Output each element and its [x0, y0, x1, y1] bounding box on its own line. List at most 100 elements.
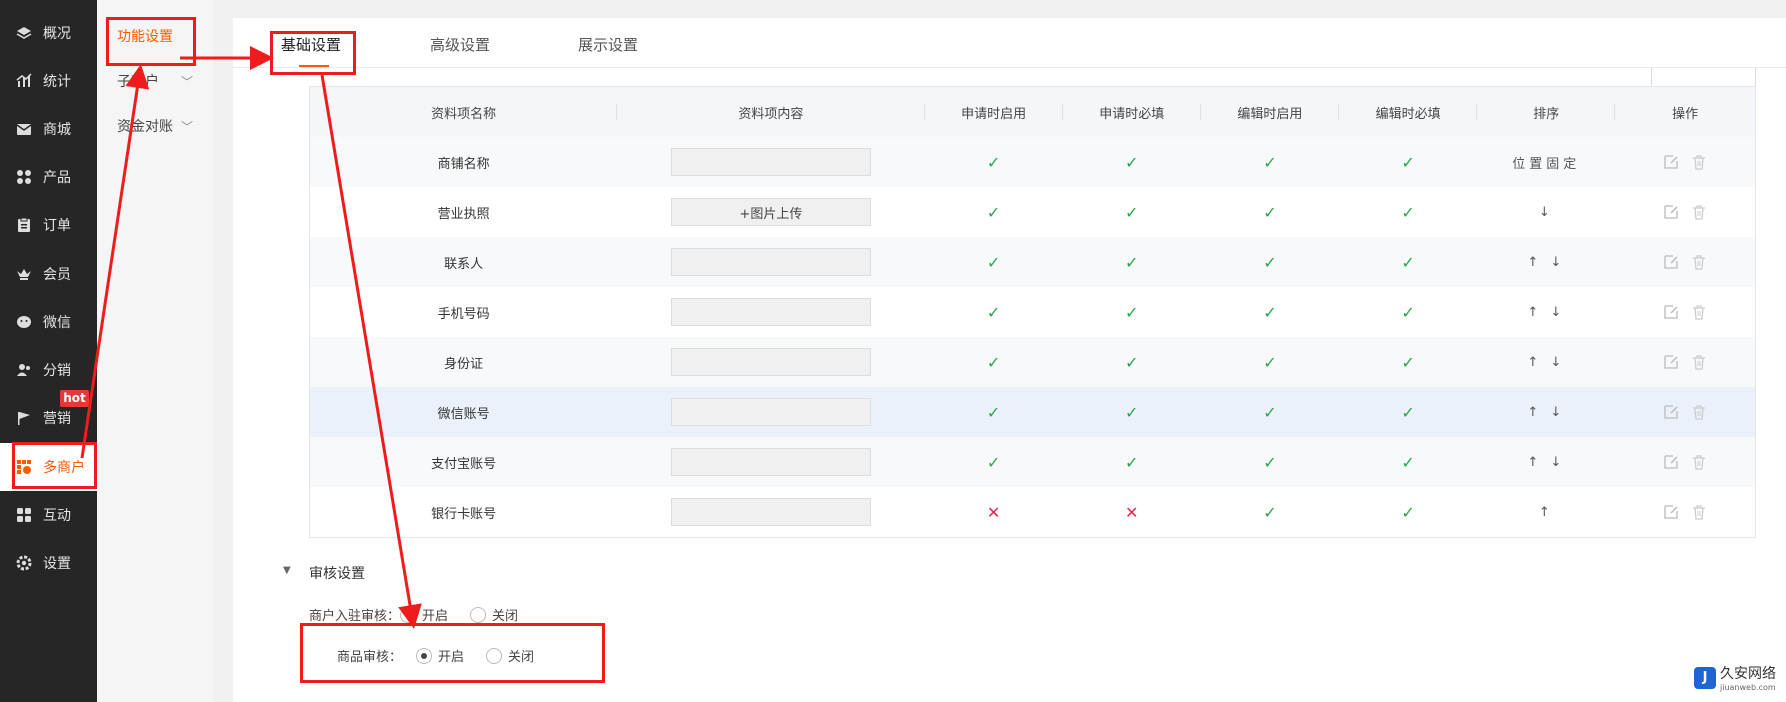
item-content-input[interactable] [670, 398, 871, 426]
edit-icon[interactable] [1663, 454, 1679, 470]
edit-icon[interactable] [1663, 404, 1679, 420]
edit-icon[interactable] [1663, 504, 1679, 520]
delete-icon[interactable] [1691, 404, 1707, 420]
sort-control[interactable]: ↑ ↓ [1477, 387, 1615, 437]
sort-control[interactable]: ↑ ↓ [1477, 287, 1615, 337]
edit-icon[interactable] [1663, 204, 1679, 220]
toggle-cell: ✓ [925, 387, 1063, 437]
item-content-input[interactable] [670, 498, 871, 526]
nav-item-stats[interactable]: 统计 [0, 57, 97, 105]
check-icon[interactable]: ✓ [1263, 303, 1276, 322]
actions-cell [1615, 487, 1755, 537]
delete-icon[interactable] [1691, 304, 1707, 320]
check-icon[interactable]: ✓ [1401, 353, 1414, 372]
check-icon[interactable]: ✓ [1263, 253, 1276, 272]
delete-icon[interactable] [1691, 354, 1707, 370]
nav-item-mall[interactable]: 商城 [0, 105, 97, 153]
check-icon[interactable]: ✓ [1263, 153, 1276, 172]
item-content-cell [617, 137, 924, 187]
check-icon[interactable]: ✓ [1125, 253, 1138, 272]
check-icon[interactable]: ✓ [1401, 253, 1414, 272]
toggle-cell: ✓ [1201, 387, 1339, 437]
check-icon[interactable]: ✓ [1125, 303, 1138, 322]
cross-icon[interactable]: ✕ [987, 503, 1000, 522]
nav-item-overview[interactable]: 概况 [0, 9, 97, 57]
subnav-fund-reconciliation[interactable]: 资金对账 [117, 116, 173, 136]
nav-item-settings[interactable]: 设置 [0, 539, 97, 587]
radio-icon[interactable] [400, 606, 417, 623]
chevron-down-icon[interactable]: ﹀ [181, 118, 193, 135]
check-icon[interactable]: ✓ [1125, 453, 1138, 472]
check-icon[interactable]: ✓ [1125, 403, 1138, 422]
merchant-review-off[interactable]: 关闭 [470, 605, 518, 624]
edit-icon[interactable] [1663, 154, 1679, 170]
check-icon[interactable]: ✓ [987, 203, 1000, 222]
table-row: 微信账号 ✓ ✓ ✓ ✓ ↑ ↓ [310, 387, 1755, 437]
nav-item-interaction[interactable]: 互动 [0, 491, 97, 539]
check-icon[interactable]: ✓ [1401, 303, 1414, 322]
nav-item-wechat[interactable]: 微信 [0, 298, 97, 346]
subnav-sub-merchant[interactable]: 子商户 [117, 71, 159, 91]
check-icon[interactable]: ✓ [1125, 203, 1138, 222]
table-row: 营业执照 +图片上传 ✓ ✓ ✓ ✓ ↓ [310, 187, 1755, 237]
delete-icon[interactable] [1691, 454, 1707, 470]
clipboard-icon [16, 217, 32, 233]
sort-control[interactable]: ↑ ↓ [1477, 437, 1615, 487]
check-icon[interactable]: ✓ [1263, 503, 1276, 522]
check-icon[interactable]: ✓ [987, 303, 1000, 322]
tab-advanced-settings[interactable]: 高级设置 [430, 34, 490, 55]
check-icon[interactable]: ✓ [1125, 353, 1138, 372]
check-icon[interactable]: ✓ [987, 353, 1000, 372]
edit-icon[interactable] [1663, 254, 1679, 270]
item-content-input[interactable]: +图片上传 [670, 198, 871, 226]
toggle-cell: ✓ [1201, 437, 1339, 487]
nav-label: 互动 [43, 508, 71, 524]
item-content-input[interactable] [670, 348, 871, 376]
actions-cell [1615, 237, 1755, 287]
delete-icon[interactable] [1691, 504, 1707, 520]
merchant-review-on[interactable]: 开启 [400, 605, 448, 624]
sort-control[interactable]: ↑ [1477, 487, 1615, 537]
sort-control[interactable]: 位置固定 [1477, 137, 1615, 187]
delete-icon[interactable] [1691, 204, 1707, 220]
nav-item-orders[interactable]: 订单 [0, 201, 97, 249]
annotation-box-basic-tab [270, 31, 356, 75]
caret-down-icon[interactable]: ▼ [283, 565, 291, 576]
nav-item-distribution[interactable]: 分销 [0, 346, 97, 394]
check-icon[interactable]: ✓ [1263, 203, 1276, 222]
item-content-input[interactable] [670, 248, 871, 276]
delete-icon[interactable] [1691, 254, 1707, 270]
check-icon[interactable]: ✓ [1125, 153, 1138, 172]
check-icon[interactable]: ✓ [1263, 403, 1276, 422]
nav-item-product[interactable]: 产品 [0, 153, 97, 201]
item-content-input[interactable] [670, 148, 871, 176]
profile-items-table: 资料项名称 资料项内容 申请时启用 申请时必填 编辑时启用 编辑时必填 排序 操… [309, 86, 1756, 538]
cross-icon[interactable]: ✕ [1125, 503, 1138, 522]
item-content-input[interactable] [670, 298, 871, 326]
check-icon[interactable]: ✓ [1401, 203, 1414, 222]
check-icon[interactable]: ✓ [987, 253, 1000, 272]
radio-icon[interactable] [470, 606, 487, 623]
main-content: 基础设置 高级设置 展示设置 资料项名称 资料项内容 申请时启用 申请时必填 编… [233, 18, 1786, 702]
tab-display-settings[interactable]: 展示设置 [578, 34, 638, 55]
check-icon[interactable]: ✓ [987, 153, 1000, 172]
check-icon[interactable]: ✓ [1401, 153, 1414, 172]
chevron-down-icon[interactable]: ﹀ [181, 73, 193, 90]
sort-control[interactable]: ↑ ↓ [1477, 337, 1615, 387]
actions-cell [1615, 337, 1755, 387]
check-icon[interactable]: ✓ [1401, 403, 1414, 422]
edit-icon[interactable] [1663, 304, 1679, 320]
check-icon[interactable]: ✓ [987, 403, 1000, 422]
check-icon[interactable]: ✓ [1401, 453, 1414, 472]
delete-icon[interactable] [1691, 154, 1707, 170]
toggle-cell: ✓ [1201, 337, 1339, 387]
sort-control[interactable]: ↑ ↓ [1477, 237, 1615, 287]
edit-icon[interactable] [1663, 354, 1679, 370]
check-icon[interactable]: ✓ [1401, 503, 1414, 522]
sort-control[interactable]: ↓ [1477, 187, 1615, 237]
item-content-input[interactable] [670, 448, 871, 476]
check-icon[interactable]: ✓ [1263, 353, 1276, 372]
check-icon[interactable]: ✓ [1263, 453, 1276, 472]
nav-item-members[interactable]: 会员 [0, 250, 97, 298]
check-icon[interactable]: ✓ [987, 453, 1000, 472]
